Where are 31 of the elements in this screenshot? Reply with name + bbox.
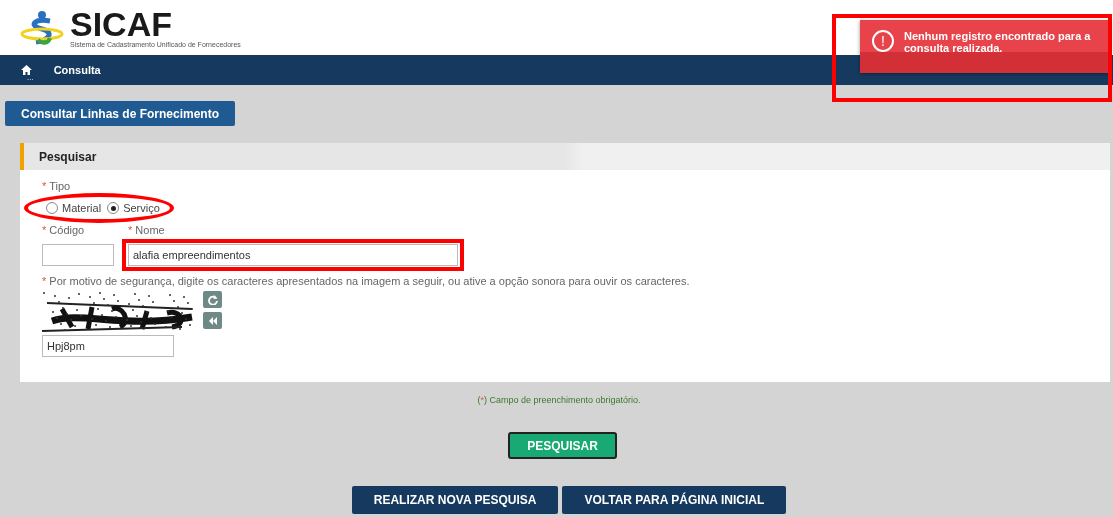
captcha-field[interactable]: Hpj8pm: [42, 335, 174, 357]
radio-label: Material: [62, 202, 102, 214]
footer-button[interactable]: REALIZAR NOVA PESQUISA: [351, 486, 559, 514]
radio-label: Serviço: [123, 202, 160, 214]
refresh-icon: [207, 294, 218, 305]
home-icon[interactable]: [20, 65, 32, 75]
required-mark: *: [42, 180, 47, 192]
required-mark: *: [42, 275, 47, 287]
name-field[interactable]: alafia empreendimentos: [128, 244, 458, 266]
captcha-instruction: Por motivo de segurança, digite os caracteres apresentados na imagem a seguir, ou ative a opção sonora para ouvir os caracteres.: [49, 275, 690, 287]
required-note: (*) Campo de preenchimento obrigatório.: [477, 395, 641, 405]
page-tab[interactable]: Consultar Linhas de Fornecimento: [5, 101, 236, 126]
audio-button[interactable]: [203, 312, 222, 329]
more-indicator[interactable]: ...: [27, 75, 34, 81]
field-label: Código: [49, 224, 85, 236]
logo-icon: [20, 9, 64, 46]
radio-button[interactable]: [46, 202, 58, 214]
nav-link[interactable]: Consulta: [53, 55, 101, 76]
radio-button[interactable]: [107, 202, 120, 214]
code-field[interactable]: [42, 244, 114, 266]
rewind-icon: [207, 315, 218, 326]
logo-title: SICAF: [70, 7, 172, 41]
panel-title: Pesquisar: [39, 149, 97, 164]
field-label: Nome: [135, 224, 165, 236]
alert-icon: !: [872, 30, 894, 52]
required-mark: *: [42, 224, 47, 236]
toast-message: Nenhum registro encontrado para a consulta realizada.: [904, 30, 1092, 54]
field-label: Tipo: [49, 180, 71, 192]
required-mark: *: [128, 224, 133, 236]
refresh-button[interactable]: [203, 291, 222, 308]
footer-button[interactable]: VOLTAR PARA PÁGINA INICIAL: [562, 486, 787, 514]
